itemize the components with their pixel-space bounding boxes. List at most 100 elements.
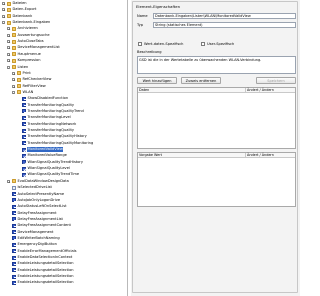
tree-item-label[interactable]: RefCheckerView: [22, 77, 52, 82]
tree-item[interactable]: + Hauptmenue: [0, 52, 127, 57]
tree-item-label[interactable]: Kompression: [17, 58, 41, 63]
tree-item-label[interactable]: Print: [22, 71, 31, 76]
tree-item[interactable]: + Auswertungsuche: [0, 33, 127, 38]
tree-item[interactable]: DelayFreeAssignmentList: [0, 217, 127, 222]
tree-item-label[interactable]: EnableDataSelectionInContext: [17, 255, 73, 260]
collapse-icon[interactable]: -: [7, 65, 10, 69]
values-grid-col-changed[interactable]: Ändert / Ändern: [245, 88, 297, 93]
tree-item[interactable]: TransferMonitoringQuality: [0, 103, 127, 108]
tree-item-label[interactable]: TransferMonitoringNetwork: [27, 122, 77, 127]
tree-item[interactable]: + Kompression: [0, 58, 127, 63]
default-grid-col-changed[interactable]: Ändert / Ändern: [245, 153, 297, 158]
tree-item[interactable]: DelayFreeAssignment: [0, 211, 127, 216]
tree-item-label[interactable]: TransferMonitoringQualityTrend: [27, 109, 84, 114]
tree-item-label[interactable]: MonitoredValidView: [27, 147, 64, 153]
tree-item-label[interactable]: EnableLeistungsdetailSelection: [17, 261, 74, 266]
tree-item-label[interactable]: EmergencyDigiButton: [17, 242, 57, 247]
tree-item-label[interactable]: AutoCloseTabs: [17, 39, 44, 44]
default-values-grid[interactable]: Vorgabe Wert Ändert / Ändern: [137, 152, 296, 207]
tree-item[interactable]: AutoSelectPresentlyName: [0, 192, 127, 197]
tree-item[interactable]: + Datenbank: [0, 14, 127, 19]
expand-icon[interactable]: +: [12, 78, 16, 82]
tree-item-label[interactable]: DelayFreeAssignment: [17, 211, 57, 216]
tree-item-label[interactable]: Dateien: [12, 1, 27, 6]
tree-item[interactable]: + Dateien: [0, 1, 127, 6]
save-button[interactable]: Speichern: [256, 77, 296, 84]
description-textarea[interactable]: GSD ist die in der Wertetabelle zu überw…: [137, 56, 296, 74]
tree-item[interactable]: TransferMonitoringQualityHistory: [0, 134, 127, 139]
tree-item[interactable]: DelayFreeAssignmentContent: [0, 223, 127, 228]
tree-item-label[interactable]: Datenbank-Eingaben: [12, 20, 51, 25]
tree-item[interactable]: WlanSignalQualityLevel: [0, 166, 127, 171]
tree-item-label[interactable]: WlanSignalQualityTrendHistory: [27, 160, 84, 165]
tree-item[interactable]: MonitoredValueRange: [0, 153, 127, 158]
type-field[interactable]: String (statisches Element): [153, 22, 296, 28]
tree-item-label[interactable]: EnableLeistungsdetailSelection: [17, 274, 74, 279]
expand-icon[interactable]: +: [12, 71, 16, 75]
tree-item[interactable]: + RefFilterView: [0, 84, 127, 89]
tree-item-label[interactable]: Daten-Export: [12, 7, 37, 12]
tree-item-label[interactable]: ShowDisabledFunction: [27, 96, 69, 101]
expand-icon[interactable]: +: [7, 27, 11, 31]
values-grid-col-data[interactable]: Daten: [138, 88, 238, 93]
tree-item[interactable]: ShowDisabledFunction: [0, 96, 127, 101]
tree-item[interactable]: + DeviceManagementList: [0, 45, 127, 50]
collapse-icon[interactable]: -: [12, 90, 15, 94]
tree-item[interactable]: TransferMonitoringLevel: [0, 115, 127, 120]
tree-item-label[interactable]: DeviceManagement: [17, 230, 54, 235]
tree-item[interactable]: EnableLeistungsdetailSelection: [0, 268, 127, 273]
expand-icon[interactable]: +: [2, 8, 6, 12]
tree-item[interactable]: + Daten-Export: [0, 7, 127, 12]
expand-icon[interactable]: +: [7, 46, 11, 50]
tree-item[interactable]: TransferMonitoringNetwork: [0, 122, 127, 127]
settings-tree[interactable]: + Dateien + Daten-Export + Datenbank - Datenban…: [0, 0, 128, 296]
tree-item[interactable]: EnableLeistungsdetailSelection: [0, 274, 127, 279]
tree-item-label[interactable]: TransferMonitoringQualityMonitoring: [27, 141, 94, 146]
tree-item-label[interactable]: EnableLeistungsdetailSelection: [17, 268, 74, 273]
tree-item-label[interactable]: Archivieren: [17, 26, 38, 31]
tree-item[interactable]: IsSelectedDriveList: [0, 185, 127, 190]
tree-item-label[interactable]: AutoStatusLeftOnSelectList: [17, 204, 67, 209]
expand-icon[interactable]: +: [7, 52, 11, 56]
tree-item-label[interactable]: TransferMonitoringLevel: [27, 115, 71, 120]
tree-item[interactable]: TransferMonitoringQualityMonitoring: [0, 141, 127, 146]
tree-item-label[interactable]: DelayFreeAssignmentList: [17, 217, 63, 222]
default-grid-col-value[interactable]: Vorgabe Wert: [138, 153, 238, 158]
tree-item-label[interactable]: WlanSignalQualityTrendTime: [27, 172, 80, 177]
expand-icon[interactable]: +: [2, 2, 6, 6]
write-specific-checkbox[interactable]: [138, 42, 142, 46]
tree-item-label[interactable]: AutoSelectPresentlyName: [17, 192, 65, 197]
tree-item-label[interactable]: DeviceManagementList: [17, 45, 60, 50]
tree-item-label[interactable]: EditWriterBatchNaming: [17, 236, 60, 241]
add-value-button[interactable]: Wert hinzufügen: [137, 77, 177, 84]
tree-item[interactable]: + EvalDataWindowDesignData: [0, 179, 127, 184]
tree-item[interactable]: AutoStatusLeftOnSelectList: [0, 204, 127, 209]
tree-item-label[interactable]: TransferMonitoringQuality: [27, 103, 75, 108]
expand-icon[interactable]: +: [12, 84, 16, 88]
collapse-icon[interactable]: -: [2, 21, 5, 25]
tree-item-label[interactable]: MonitoredValueRange: [27, 153, 67, 158]
tree-item-label[interactable]: DelayFreeAssignmentContent: [17, 223, 71, 228]
tree-item[interactable]: + Print: [0, 71, 127, 76]
expand-icon[interactable]: +: [7, 59, 11, 63]
tree-item-label[interactable]: TransferMonitoringQualityHistory: [27, 134, 87, 139]
remove-assignment-button[interactable]: Zuweis entfernen: [181, 77, 221, 84]
expand-icon[interactable]: +: [7, 40, 11, 44]
tree-item[interactable]: WlanSignalQualityTrendTime: [0, 172, 127, 177]
tree-item-label[interactable]: Auswertungsuche: [17, 33, 50, 38]
tree-item[interactable]: + RefCheckerView: [0, 77, 127, 82]
expand-icon[interactable]: +: [2, 14, 6, 18]
tree-item-label[interactable]: AutoJobOnlyLogonDrive: [17, 198, 61, 203]
tree-item-label[interactable]: RefFilterView: [22, 84, 46, 89]
expand-icon[interactable]: +: [7, 33, 11, 37]
user-specific-checkbox[interactable]: [201, 42, 205, 46]
tree-item-label[interactable]: EnableErrorManagementOfficials: [17, 249, 77, 254]
tree-item[interactable]: MonitoredValidView: [0, 147, 127, 153]
name-field[interactable]: Datenbank-Eingaben\Listen\WLAN\Monitored…: [153, 13, 296, 19]
tree-item-label[interactable]: WlanSignalQualityLevel: [27, 166, 70, 171]
tree-item[interactable]: DeviceManagement: [0, 230, 127, 235]
tree-item[interactable]: EnableLeistungsdetailSelection: [0, 280, 127, 285]
tree-item[interactable]: TransferMonitoringQuality: [0, 128, 127, 133]
tree-item[interactable]: + AutoCloseTabs: [0, 39, 127, 44]
tree-item-label[interactable]: Datenbank: [12, 14, 33, 19]
